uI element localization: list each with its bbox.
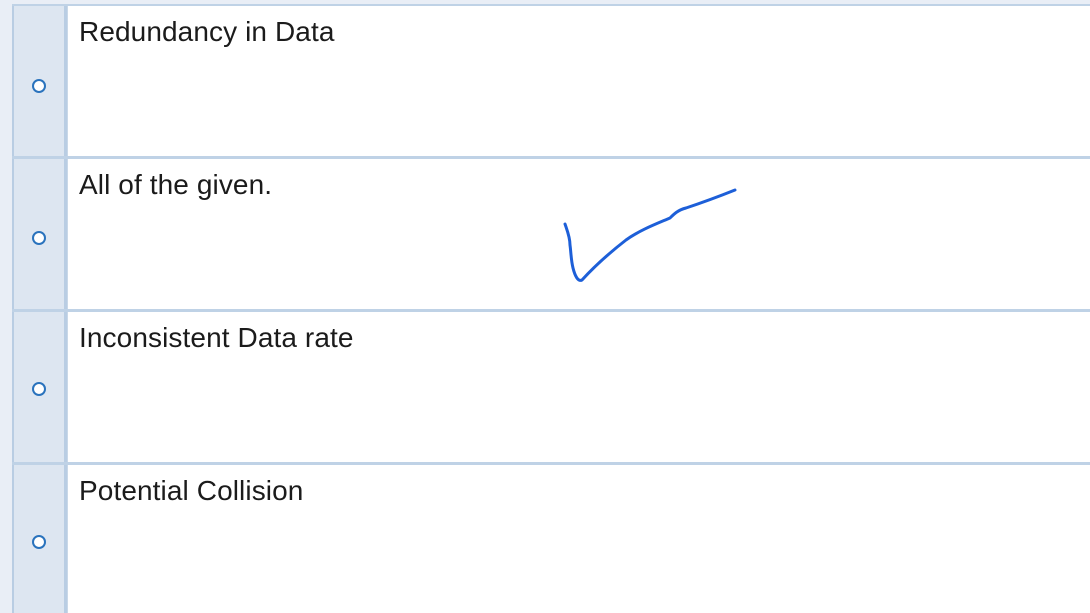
option-row: Potential Collision: [12, 463, 1090, 613]
radio-button[interactable]: [32, 231, 46, 245]
radio-button[interactable]: [32, 535, 46, 549]
radio-button[interactable]: [32, 79, 46, 93]
option-label: Inconsistent Data rate: [67, 312, 1090, 462]
option-row: Inconsistent Data rate: [12, 310, 1090, 464]
option-row: All of the given.: [12, 157, 1090, 311]
radio-cell: [12, 465, 67, 613]
option-label: Redundancy in Data: [67, 6, 1090, 156]
radio-cell: [12, 6, 67, 156]
answer-options-list: Redundancy in Data All of the given. Inc…: [0, 0, 1090, 613]
radio-cell: [12, 312, 67, 462]
option-row: Redundancy in Data: [12, 4, 1090, 158]
option-label: All of the given.: [67, 159, 1090, 309]
radio-cell: [12, 159, 67, 309]
option-label: Potential Collision: [67, 465, 1090, 613]
radio-button[interactable]: [32, 382, 46, 396]
